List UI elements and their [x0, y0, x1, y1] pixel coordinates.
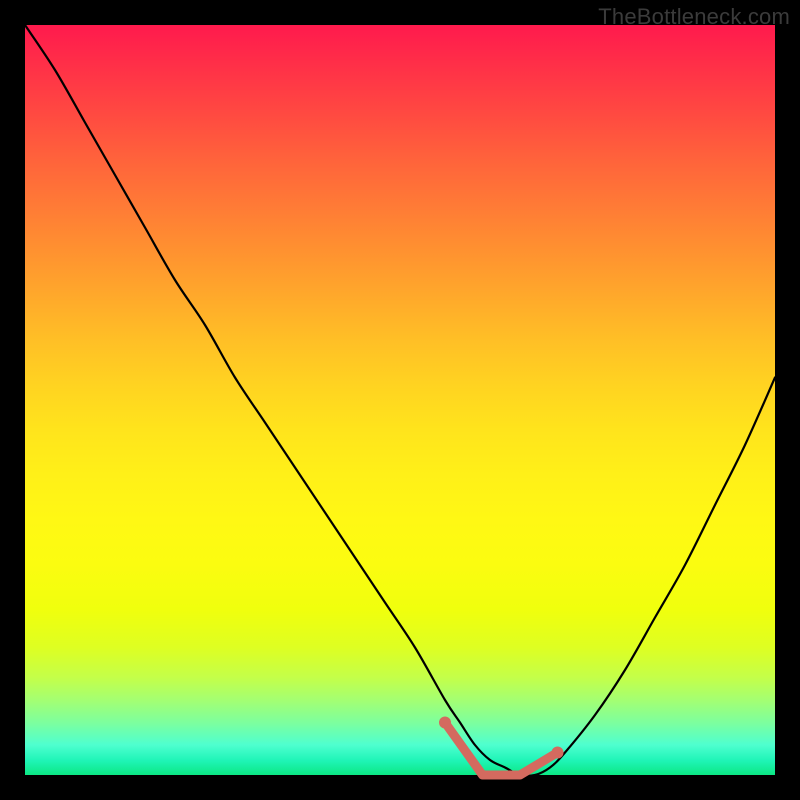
chart-frame: TheBottleneck.com: [0, 0, 800, 800]
watermark-text: TheBottleneck.com: [598, 4, 790, 30]
optimal-range-marker: [25, 25, 775, 775]
plot-area: [25, 25, 775, 775]
